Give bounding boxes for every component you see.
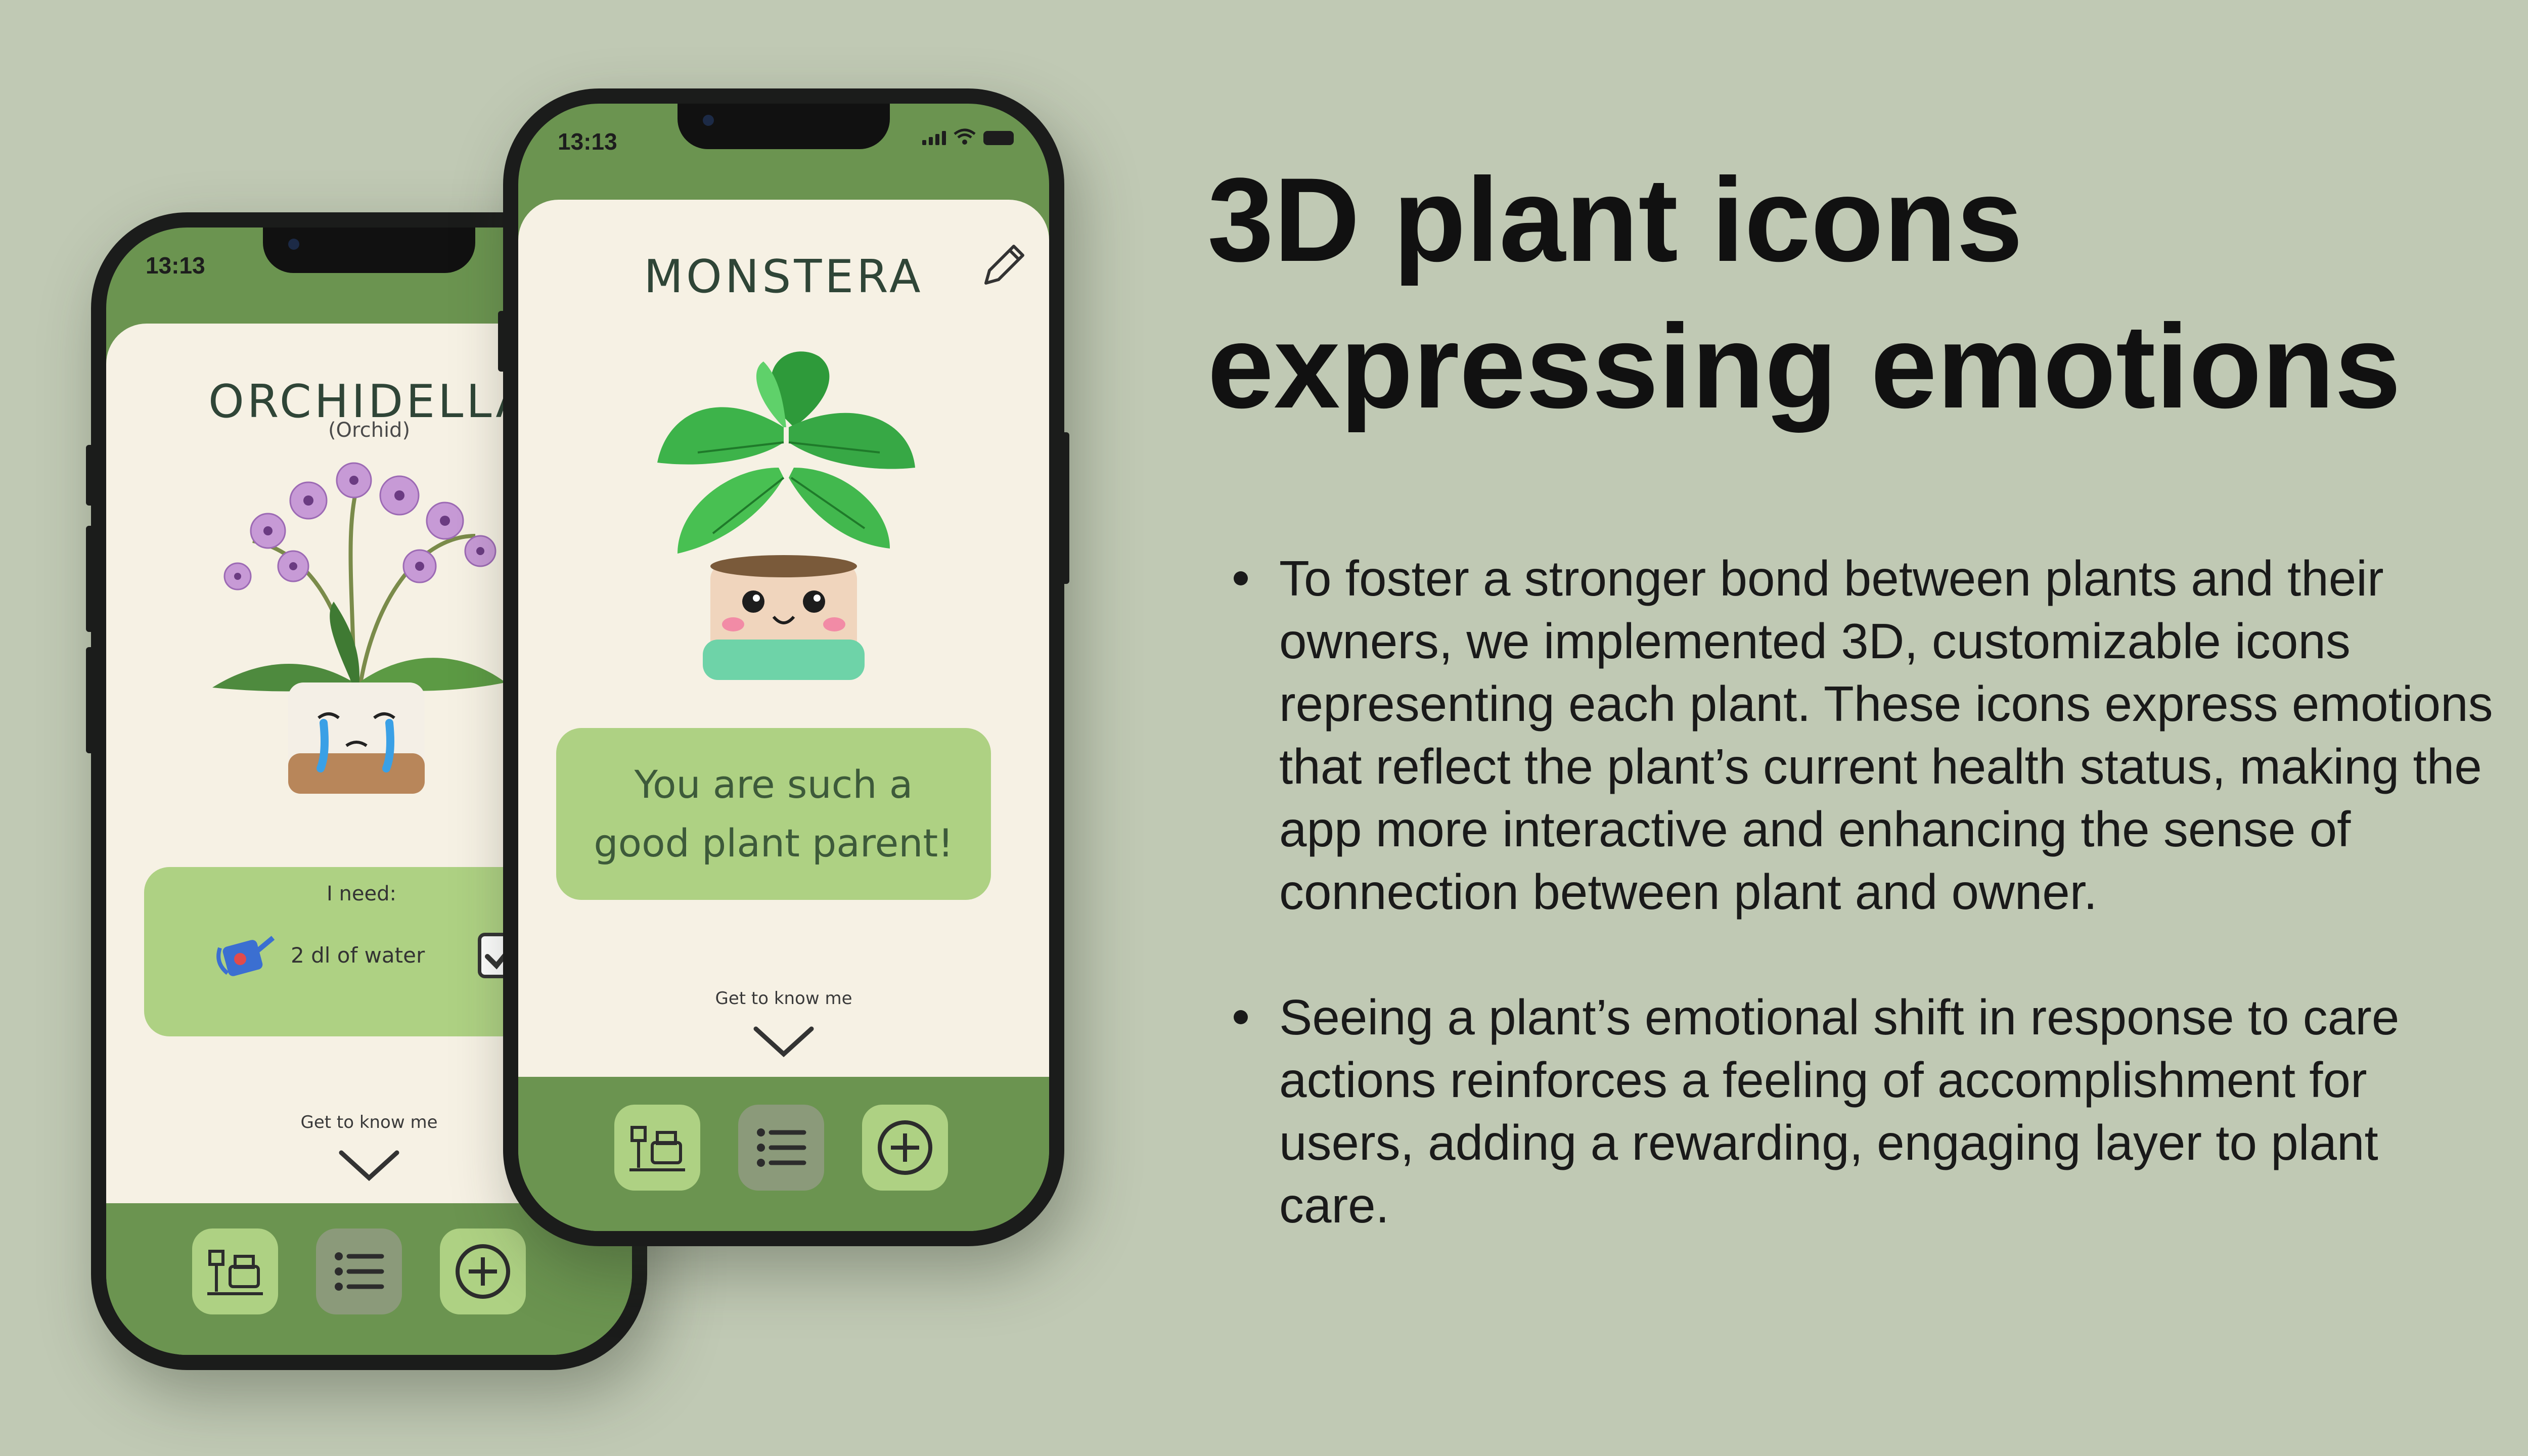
nav-list-button[interactable] <box>316 1228 402 1314</box>
monstera-happy-icon <box>657 351 915 680</box>
nav-list-button[interactable] <box>738 1105 824 1191</box>
status-icons <box>922 128 1014 145</box>
bullet-dot <box>1234 1010 1248 1024</box>
shelf-icon <box>207 1250 263 1295</box>
message-bubble: You are such a good plant parent! <box>556 728 991 900</box>
front-phone: 13:13 MONSTERA You are such a good plant… <box>498 88 1069 1246</box>
bullet-dot <box>1234 571 1248 585</box>
chevron-down-icon[interactable] <box>336 1148 402 1183</box>
nav-add-button[interactable] <box>440 1228 526 1314</box>
bottom-nav <box>518 1077 1049 1231</box>
signal-icon <box>922 131 946 145</box>
status-time: 13:13 <box>558 128 617 155</box>
need-item-text: 2 dl of water <box>291 943 425 968</box>
message-text: You are such a good plant parent! <box>594 762 954 866</box>
front-phone-screen: 13:13 MONSTERA You are such a good plant… <box>518 104 1049 1231</box>
plant-card: MONSTERA You are such a good plant paren… <box>518 200 1049 1077</box>
nav-shelf-button[interactable] <box>192 1228 278 1314</box>
watering-can-icon <box>216 936 275 976</box>
page-headline: 3D plant icons expressing emotions <box>1207 147 2522 440</box>
headline-line-1: 3D plant icons <box>1207 153 2023 287</box>
list-icon <box>335 1252 384 1291</box>
nav-shelf-button[interactable] <box>614 1105 700 1191</box>
add-icon <box>456 1244 510 1299</box>
plant-title: MONSTERA <box>644 250 924 303</box>
edit-pencil-icon[interactable] <box>978 240 1029 291</box>
get-to-know-link[interactable]: Get to know me <box>518 988 1049 1009</box>
add-icon <box>878 1120 932 1175</box>
battery-icon <box>983 131 1014 145</box>
bullet-item: Seeing a plant’s emotional shift in resp… <box>1234 986 2498 1237</box>
bullet-list: To foster a stronger bond between plants… <box>1234 547 2498 1237</box>
notch <box>678 104 890 149</box>
orchid-crying-icon <box>212 462 506 794</box>
bullet-item: To foster a stronger bond between plants… <box>1234 547 2498 923</box>
nav-add-button[interactable] <box>862 1105 948 1191</box>
headline-line-2: expressing emotions <box>1207 300 2401 433</box>
list-icon <box>757 1128 806 1167</box>
status-time: 13:13 <box>146 252 205 279</box>
bullet-text: To foster a stronger bond between plants… <box>1279 551 2493 920</box>
bullet-text: Seeing a plant’s emotional shift in resp… <box>1279 989 2400 1233</box>
notch <box>263 228 475 273</box>
wifi-icon <box>954 128 976 145</box>
shelf-icon <box>629 1126 685 1171</box>
chevron-down-icon[interactable] <box>751 1024 817 1059</box>
